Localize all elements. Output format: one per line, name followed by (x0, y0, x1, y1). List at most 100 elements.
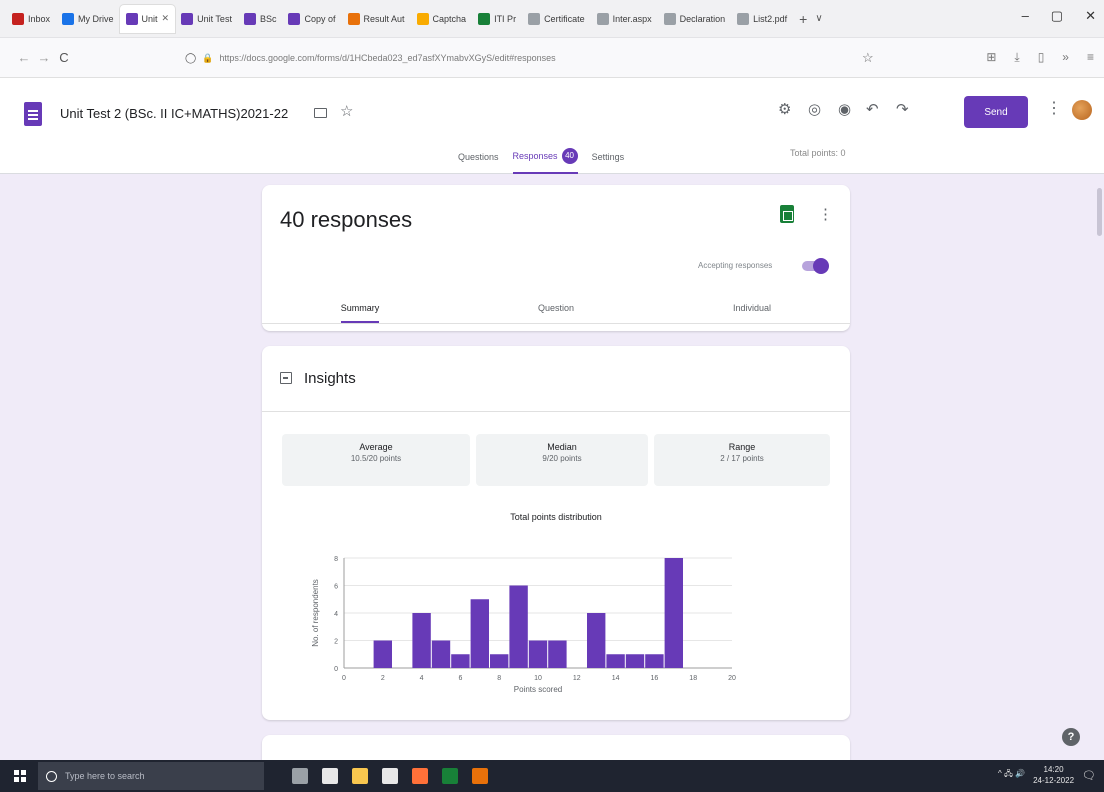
chart-bar (645, 654, 664, 668)
range-label: Range (728, 442, 756, 452)
browser-nav-bar: ← → C ◯ 🔒 https://docs.google.com/forms/… (0, 38, 1104, 78)
close-tab-icon[interactable]: ✕ (162, 13, 170, 24)
window-controls: – ▢ ✕ (1022, 8, 1096, 24)
responses-more-icon[interactable]: ⋮ (818, 205, 833, 223)
browser-tab[interactable]: Unit Test (175, 5, 238, 33)
firefox-icon[interactable] (412, 768, 428, 784)
browser-tab-strip: Inbox My Drive Unit ✕ Unit Test BSc Copy of Res… (0, 0, 1104, 38)
google-sheets-icon[interactable] (780, 205, 794, 223)
chart-bar (470, 599, 489, 668)
clock[interactable]: 14:20 24-12-2022 (1033, 764, 1074, 786)
tab-questions[interactable]: Questions (458, 148, 499, 174)
browser-tab-label: List2.pdf (753, 13, 788, 24)
tab-question[interactable]: Question (458, 303, 654, 323)
new-tab-button[interactable]: + (799, 11, 807, 27)
taskbar-search[interactable]: Type here to search (38, 762, 264, 790)
tab-favicon-icon (737, 12, 750, 25)
task-view-icon[interactable] (292, 768, 308, 784)
back-button[interactable]: ← (14, 50, 34, 65)
tab-question-label: Question (537, 303, 575, 313)
browser-tab[interactable]: Copy of (282, 5, 341, 33)
star-icon[interactable]: ☆ (340, 102, 353, 120)
excel-icon[interactable] (442, 768, 458, 784)
help-icon[interactable]: ? (1062, 728, 1080, 746)
browser-tab-label: Captcha (432, 13, 467, 24)
browser-tab[interactable]: ITI Pr (472, 5, 522, 33)
reload-button[interactable]: C (54, 50, 74, 65)
response-view-tabs: Summary Question Individual (262, 303, 850, 324)
collections-icon[interactable]: ⊞ (986, 50, 996, 65)
tab-responses-label: Responses (512, 151, 558, 161)
accepting-responses-toggle[interactable] (798, 258, 829, 274)
redo-icon[interactable]: ↷ (896, 100, 909, 118)
file-explorer-icon[interactable] (352, 768, 368, 784)
overflow-icon[interactable]: » (1062, 50, 1069, 65)
store-icon[interactable] (382, 768, 398, 784)
scrollbar-thumb[interactable] (1097, 188, 1102, 236)
tray-icons[interactable]: ^ 🖧 🔊 (998, 768, 1025, 782)
google-forms-logo[interactable] (24, 102, 42, 126)
avatar[interactable] (1072, 100, 1092, 120)
maximize-button[interactable]: ▢ (1051, 8, 1063, 24)
tab-favicon-icon (478, 12, 491, 25)
form-tabs: Questions Responses 40 Settings (458, 148, 624, 174)
total-points: Total points: 0 (790, 148, 846, 158)
browser-tab-label: Unit (141, 13, 158, 24)
menu-icon[interactable]: ≡ (1087, 50, 1094, 65)
tab-individual[interactable]: Individual (654, 303, 850, 323)
browser-tab[interactable]: Declaration (658, 5, 732, 33)
tab-favicon-icon (243, 12, 256, 25)
move-folder-icon[interactable] (314, 108, 327, 118)
bookmark-star-icon[interactable]: ☆ (862, 50, 874, 66)
browser-tab[interactable]: Result Aut (342, 5, 411, 33)
address-bar[interactable]: ◯ 🔒 https://docs.google.com/forms/d/1HCb… (185, 46, 885, 70)
x-tick-label: 8 (497, 675, 501, 682)
windows-start-icon[interactable] (14, 770, 26, 782)
browser-tab-label: Inter.aspx (612, 13, 652, 24)
addons-icon[interactable]: ⚙ (778, 100, 791, 118)
range-value: 2 / 17 points (720, 454, 764, 463)
browser-tab-label: Certificate (544, 13, 585, 24)
browser-tab[interactable]: My Drive (56, 5, 120, 33)
tab-favicon-icon (347, 12, 360, 25)
browser-tab-label: Result Aut (363, 13, 405, 24)
y-tick-label: 4 (334, 611, 338, 618)
browser-tab[interactable]: BSc (238, 5, 283, 33)
lock-icon: 🔒 (202, 52, 214, 63)
preview-eye-icon[interactable]: ◉ (838, 100, 851, 118)
chart-bar (412, 613, 431, 668)
form-title[interactable]: Unit Test 2 (BSc. II IC+MATHS)2021-22 (60, 106, 288, 121)
tab-list-button[interactable]: ∨ (815, 13, 822, 24)
browser-tab[interactable]: List2.pdf (731, 5, 793, 33)
y-tick-label: 6 (334, 584, 338, 591)
acrobat-icon[interactable] (472, 768, 488, 784)
notifications-icon[interactable]: 🗨 (1082, 769, 1096, 782)
browser-tab[interactable]: Captcha (411, 5, 473, 33)
palette-icon[interactable]: ◎ (808, 100, 821, 118)
x-tick-label: 0 (342, 675, 346, 682)
median-stat: Median 9/20 points (476, 434, 648, 486)
browser-tab[interactable]: Inter.aspx (591, 5, 658, 33)
undo-icon[interactable]: ↶ (866, 100, 879, 118)
tab-responses[interactable]: Responses 40 (512, 148, 578, 174)
accepting-responses-label: Accepting responses (698, 261, 773, 270)
tab-summary[interactable]: Summary (262, 303, 458, 323)
send-button[interactable]: Send (964, 96, 1028, 128)
downloads-icon[interactable]: ⤓ (1014, 50, 1019, 65)
median-value: 9/20 points (542, 454, 582, 463)
more-options-icon[interactable]: ⋮ (1046, 98, 1062, 118)
taskbar-search-placeholder: Type here to search (65, 771, 145, 781)
responses-count-badge: 40 (561, 148, 578, 164)
browser-tab[interactable]: Unit ✕ (119, 4, 176, 33)
browser-tab[interactable]: Inbox (6, 5, 56, 33)
clock-time: 14:20 (1043, 765, 1064, 774)
browser-tab[interactable]: Certificate (522, 5, 591, 33)
forward-button[interactable]: → (34, 50, 54, 65)
mail-icon[interactable] (322, 768, 338, 784)
close-window-button[interactable]: ✕ (1085, 8, 1096, 24)
minimize-button[interactable]: – (1022, 8, 1029, 24)
browser-tab-label: BSc (259, 13, 277, 24)
range-stat: Range 2 / 17 points (654, 434, 830, 486)
reader-icon[interactable]: ▯ (1038, 50, 1045, 65)
tab-settings[interactable]: Settings (592, 148, 625, 174)
